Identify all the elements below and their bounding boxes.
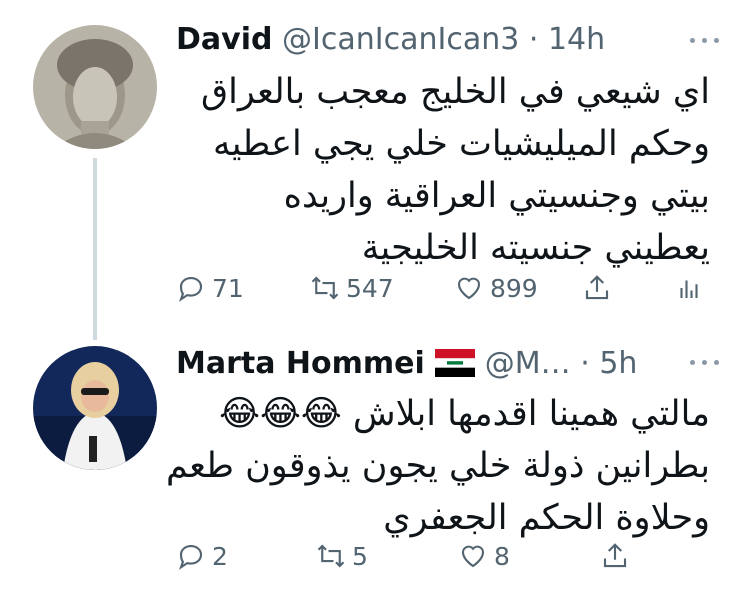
share-button[interactable]	[582, 268, 612, 308]
reply-icon	[178, 276, 203, 302]
like-button[interactable]: 8	[458, 536, 510, 576]
analytics-button[interactable]	[674, 268, 704, 308]
reply-count: 71	[212, 273, 244, 303]
like-button[interactable]: 899	[454, 268, 538, 308]
reply-button[interactable]: 2	[176, 536, 228, 576]
tweet-header: David @IcanIcanIcan3 · 14h	[176, 20, 690, 60]
timestamp[interactable]: 5h	[599, 346, 637, 381]
heart-icon	[461, 545, 485, 568]
action-bar: 71 547 899	[176, 268, 716, 308]
tweet-text-line: اي شيعي في الخليج معجب بالعراق	[200, 72, 710, 112]
retweet-icon	[317, 544, 345, 568]
retweet-count: 5	[352, 541, 368, 571]
avatar[interactable]	[33, 346, 157, 470]
tweet-text-line: بطرانين ذولة خلي يجون يذوقون طعم	[165, 446, 710, 486]
tweet-text-line: يعطيني جنسيته الخليجية	[361, 228, 710, 268]
iraq-flag-icon	[434, 348, 475, 377]
more-options-icon[interactable]	[688, 30, 728, 50]
tweet-david[interactable]: David @IcanIcanIcan3 · 14h اي شيعي في ال…	[0, 0, 750, 340]
author-name[interactable]: Marta Hommei	[176, 346, 425, 381]
avatar[interactable]	[33, 25, 157, 149]
heart-icon	[457, 277, 481, 300]
like-count: 8	[494, 541, 510, 571]
author-handle[interactable]: @M…	[485, 346, 571, 381]
retweet-count: 547	[346, 273, 394, 303]
retweet-button[interactable]: 547	[310, 268, 394, 308]
tweet-marta[interactable]: Marta Hommei @M… · 5h مالتي همينا اقدمها …	[0, 330, 750, 610]
thread-connector	[93, 158, 97, 340]
tweet-text-line: وحكم الميليشيات خلي يجي اعطيه	[213, 124, 710, 164]
author-handle[interactable]: @IcanIcanIcan3	[282, 22, 519, 57]
reply-icon	[178, 544, 203, 570]
tweet-text-line: مالتي همينا اقدمها ابلاش 😂😂😂	[219, 394, 710, 434]
share-icon	[603, 543, 627, 568]
separator-dot: ·	[528, 22, 539, 57]
tweet-header: Marta Hommei @M… · 5h	[176, 344, 690, 384]
woman-avatar-icon	[33, 346, 157, 470]
author-name[interactable]: David	[176, 22, 272, 57]
more-options-icon[interactable]	[688, 352, 728, 372]
share-button[interactable]	[600, 536, 630, 576]
tweet-text-line: بيتي وجنسيتي العراقية واريده	[283, 176, 710, 216]
reply-count: 2	[212, 541, 228, 571]
timestamp[interactable]: 14h	[548, 22, 605, 57]
tweet-text: اي شيعي في الخليج معجب بالعراق وحكم المي…	[176, 66, 710, 274]
statue-avatar-icon	[33, 25, 157, 149]
separator-dot: ·	[580, 346, 590, 381]
reply-button[interactable]: 71	[176, 268, 244, 308]
tweet-text: مالتي همينا اقدمها ابلاش 😂😂😂 بطرانين ذول…	[165, 388, 710, 544]
share-icon	[585, 275, 609, 300]
retweet-button[interactable]: 5	[316, 536, 368, 576]
like-count: 899	[490, 273, 538, 303]
retweet-icon	[311, 276, 339, 300]
action-bar: 2 5 8	[176, 536, 716, 576]
analytics-icon	[680, 280, 698, 298]
